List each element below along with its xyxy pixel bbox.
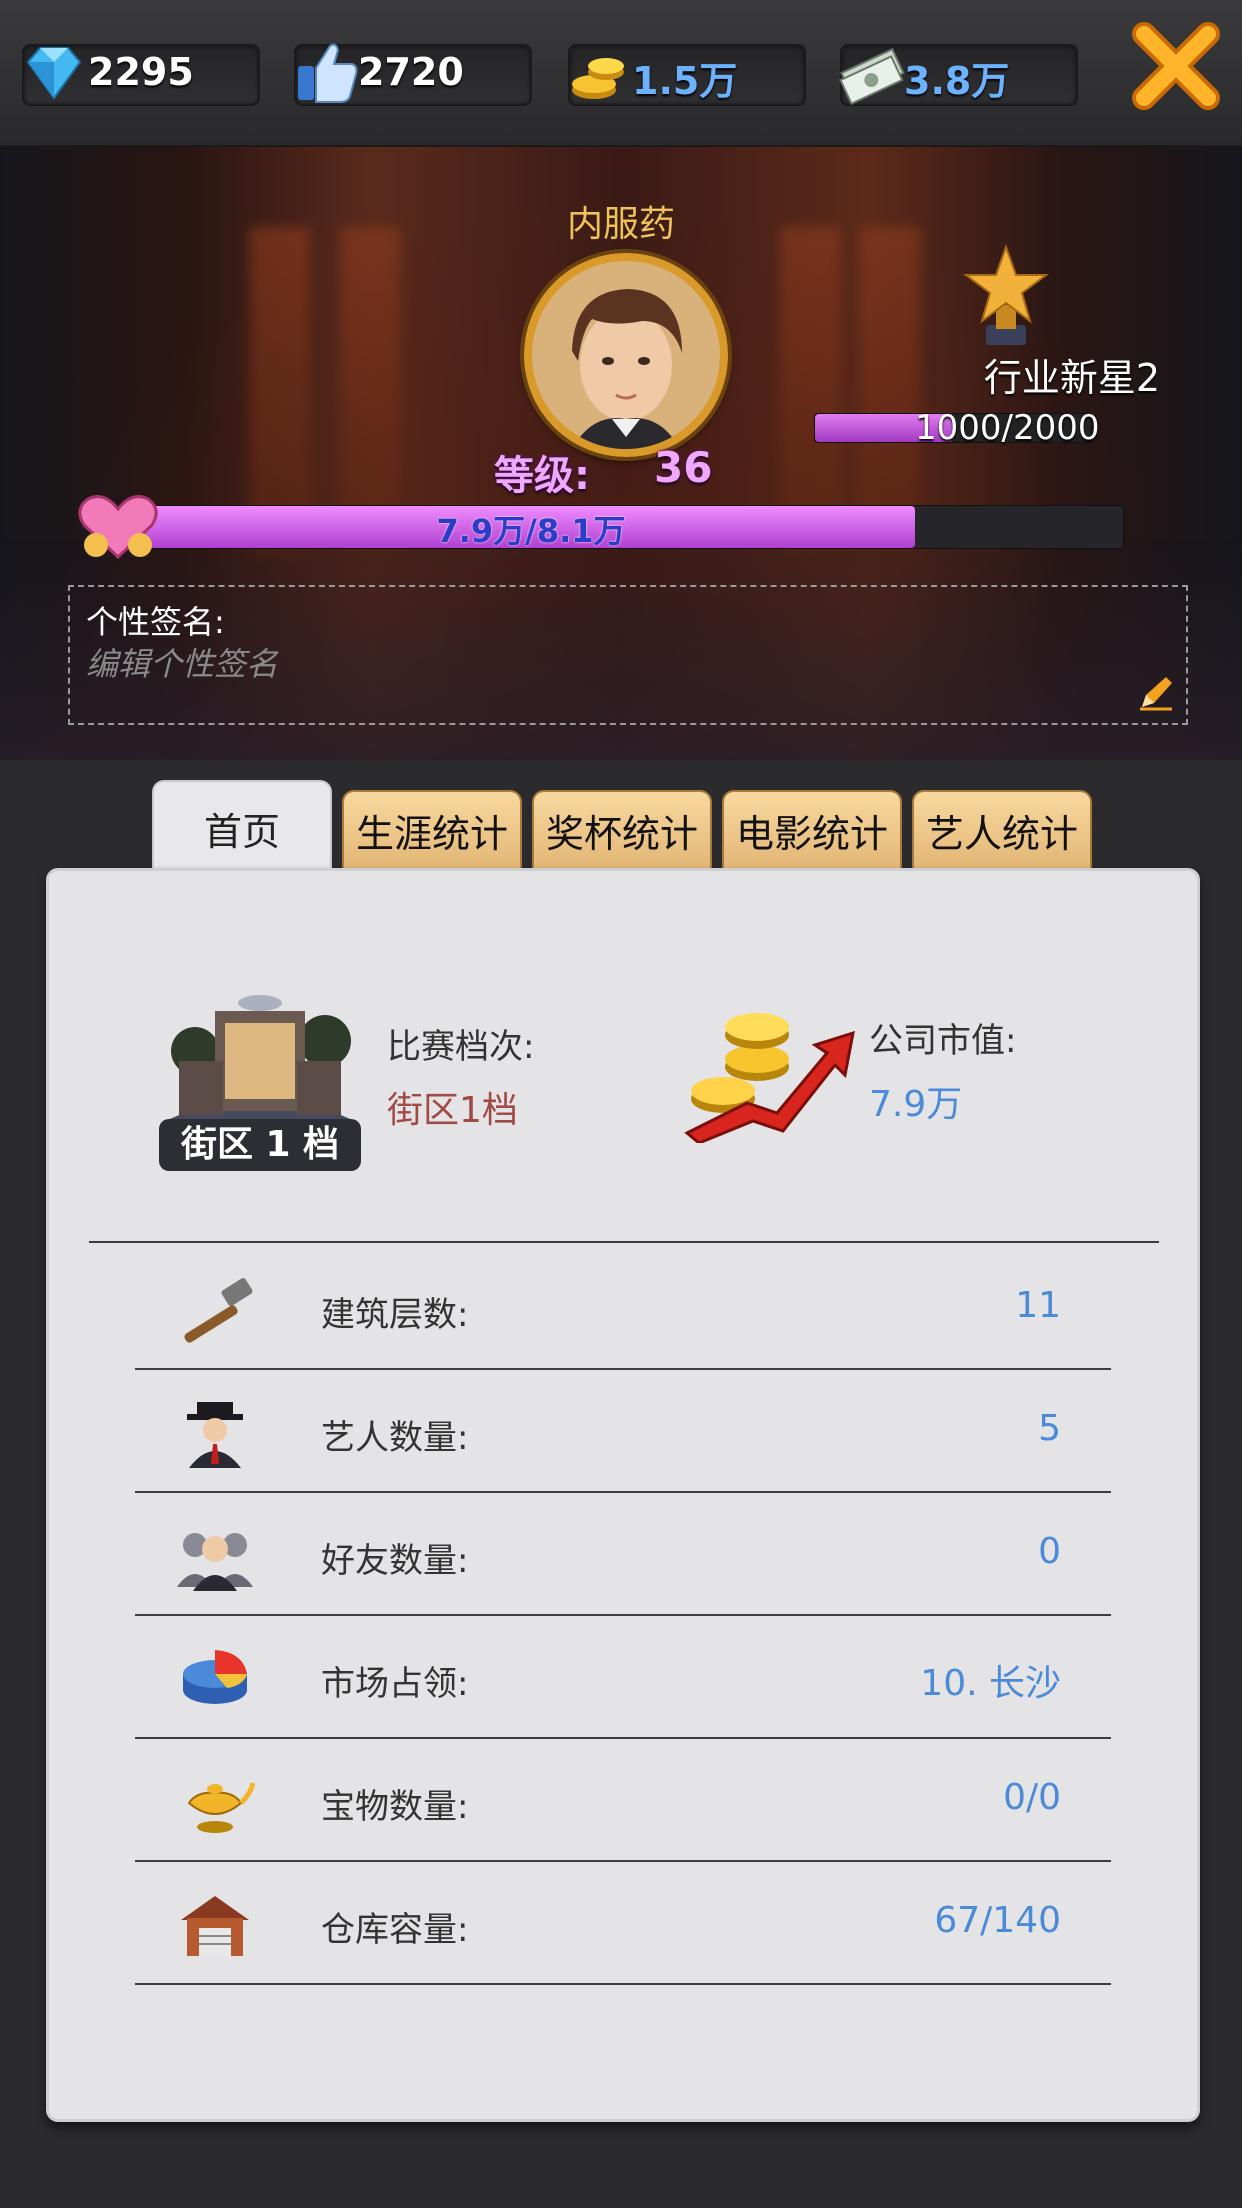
signature-box[interactable]: 个性签名: 编辑个性签名 — [68, 585, 1188, 725]
market-cap-label: 公司市值: — [869, 1021, 1017, 1061]
likes-counter[interactable]: 2720 — [294, 43, 532, 106]
stat-label: 好友数量: — [321, 1541, 469, 1581]
stat-value: 11 — [1015, 1285, 1061, 1326]
stat-label: 艺人数量: — [321, 1418, 469, 1458]
diamond-counter[interactable]: 2295 — [22, 44, 260, 106]
signature-input[interactable]: 编辑个性签名 — [86, 639, 278, 685]
player-name: 内服药 — [566, 204, 675, 245]
tab-career-stats[interactable]: 生涯统计 — [342, 790, 522, 872]
heart-icon — [78, 495, 158, 560]
likes-count: 2720 — [358, 50, 464, 94]
cash-count: 3.8万 — [904, 59, 1010, 103]
tier-label: 比赛档次: — [387, 1027, 535, 1067]
tab-movie-stats[interactable]: 电影统计 — [722, 790, 902, 872]
stat-value: 5 — [1038, 1408, 1061, 1449]
rank-progress-bar: 1000/2000 — [814, 408, 1100, 448]
warehouse-icon — [181, 1896, 249, 1956]
hammer-icon — [184, 1278, 253, 1343]
star-trophy-icon[interactable] — [958, 241, 1054, 351]
magic-lamp-icon — [187, 1782, 255, 1833]
tier-value: 街区1档 — [387, 1090, 518, 1131]
divider — [89, 1241, 1159, 1243]
stat-label: 建筑层数: — [321, 1295, 469, 1335]
district-badge: 街区 1 档 — [159, 1119, 361, 1171]
cash-icon — [839, 47, 905, 105]
cash-counter[interactable]: 3.8万 — [839, 44, 1078, 106]
resource-bar: 2295 2720 1.5万 3.8万 — [0, 0, 1242, 147]
friends-icon — [177, 1533, 253, 1591]
player-portrait-icon — [532, 261, 720, 449]
stat-row-artists: 艺人数量: 5 — [135, 1370, 1111, 1493]
diamond-icon — [26, 47, 82, 100]
stat-row-floors: 建筑层数: 11 — [135, 1247, 1111, 1370]
gold-count: 1.5万 — [632, 59, 738, 103]
coins-arrow-icon — [684, 1013, 855, 1143]
avatar[interactable] — [524, 253, 728, 457]
edit-pencil-icon[interactable] — [1136, 673, 1176, 713]
market-cap-value: 7.9万 — [869, 1084, 963, 1125]
gold-counter[interactable]: 1.5万 — [568, 44, 806, 106]
agent-icon — [187, 1402, 243, 1468]
stat-value: 0 — [1038, 1531, 1061, 1572]
pie-chart-icon — [183, 1650, 247, 1704]
close-icon[interactable] — [1128, 18, 1224, 114]
signature-label: 个性签名: — [86, 603, 225, 641]
stat-row-treasure: 宝物数量: 0/0 — [135, 1739, 1111, 1862]
stat-label: 宝物数量: — [321, 1787, 469, 1827]
tab-home[interactable]: 首页 — [152, 780, 332, 876]
stat-value: 0/0 — [1003, 1777, 1061, 1818]
experience-text: 7.9万/8.1万 — [436, 512, 626, 550]
stat-row-warehouse: 仓库容量: 67/140 — [135, 1862, 1111, 1985]
level-label: 等级: — [494, 453, 590, 499]
rank-title: 行业新星2 — [983, 356, 1160, 400]
tab-artist-stats[interactable]: 艺人统计 — [912, 790, 1092, 872]
gold-coins-icon — [572, 58, 624, 99]
stat-label: 仓库容量: — [321, 1910, 469, 1950]
stat-row-market: 市场占领: 10. 长沙 — [135, 1616, 1111, 1739]
stat-value: 67/140 — [934, 1900, 1061, 1941]
experience-bar: 7.9万/8.1万 — [130, 505, 1124, 550]
home-panel: 街区 1 档 比赛档次: 街区1档 公司市值: 7.9万 建筑层数: 11 艺人… — [46, 868, 1200, 2122]
row-divider — [135, 1983, 1111, 1985]
tab-trophy-stats[interactable]: 奖杯统计 — [532, 790, 712, 872]
stat-value: 10. 长沙 — [920, 1663, 1061, 1704]
rank-progress-text: 1000/2000 — [915, 408, 1100, 448]
thumbs-up-icon — [298, 43, 358, 103]
stat-row-friends: 好友数量: 0 — [135, 1493, 1111, 1616]
level-value: 36 — [654, 443, 713, 492]
profile-banner: 内服药 等级: 36 行业新星2 1000/2000 7.9万/8.1万 个性签… — [0, 147, 1242, 760]
diamond-count: 2295 — [88, 50, 194, 94]
stat-label: 市场占领: — [321, 1664, 469, 1704]
